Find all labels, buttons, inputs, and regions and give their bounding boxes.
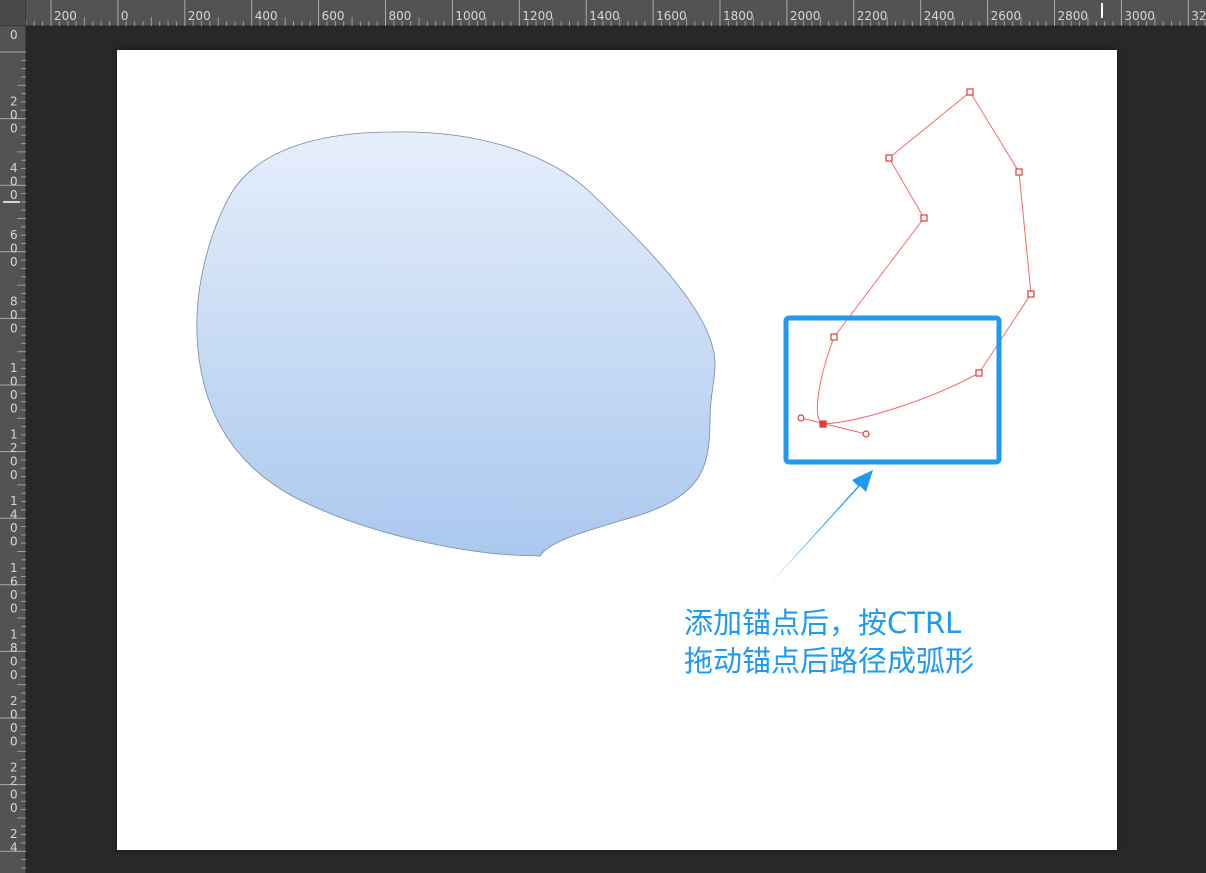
bezier-handle-point: [797, 414, 805, 422]
annotation-line-1: 添加锚点后，按CTRL: [684, 606, 962, 640]
anchor-point: [1015, 168, 1023, 176]
photoshop-workspace: 200 0 200 400 600 800 1000 1200 1400 1600 1800 2000…: [0, 0, 1206, 873]
anchor-point: [885, 154, 893, 162]
anchor-point: [975, 369, 983, 377]
anchor-point: [920, 214, 928, 222]
bezier-handle-point: [862, 430, 870, 438]
artwork-layer: [196, 88, 1035, 584]
anchor-point: [830, 333, 838, 341]
arrow-pointer-icon: [770, 470, 873, 584]
anchor-point: [966, 88, 974, 96]
annotation-line-2: 拖动锚点后路径成弧形: [684, 644, 975, 678]
annotation-text: 添加锚点后，按CTRL 拖动锚点后路径成弧形: [684, 604, 1104, 680]
highlight-box: [783, 315, 1002, 465]
bezier-handle-line: [800, 417, 867, 435]
anchor-point: [1027, 290, 1035, 298]
gradient-shape[interactable]: [196, 131, 716, 557]
selected-anchor-point: [819, 420, 827, 428]
